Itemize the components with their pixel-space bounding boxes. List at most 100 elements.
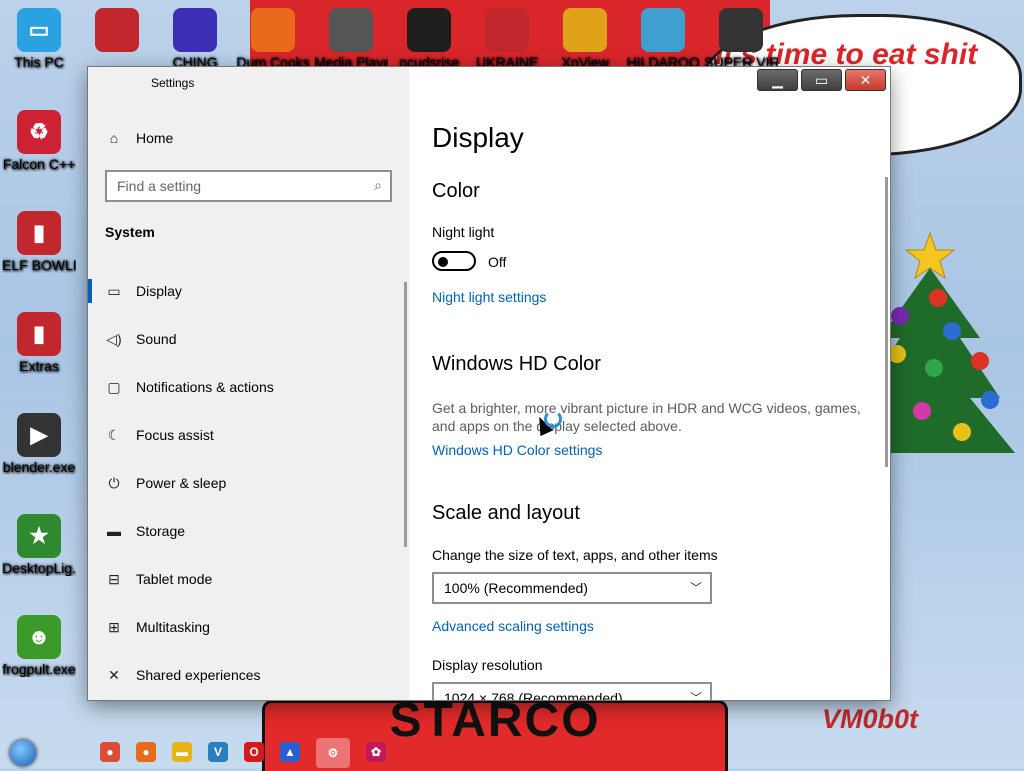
taskbar-settings-icon[interactable]: ⚙: [316, 738, 350, 768]
desktop-app-icon: [251, 8, 295, 52]
close-button[interactable]: ✕: [845, 69, 886, 91]
desktop-app-icon: [407, 8, 451, 52]
scale-heading: Scale and layout: [432, 502, 580, 524]
start-button[interactable]: [10, 740, 36, 766]
taskbar-opera-icon[interactable]: O: [244, 742, 264, 762]
taskbar-app-icon[interactable]: ✿: [366, 742, 386, 762]
sidebar-item-tablet-mode[interactable]: ⊟ Tablet mode: [88, 555, 409, 603]
resolution-value: 1024 × 768 (Recommended): [444, 690, 623, 700]
desktop-icon[interactable]: SUPER VIRUS: [704, 8, 778, 70]
chevron-down-icon: ﹀: [689, 581, 702, 595]
desktop-icon-label: Extras: [19, 358, 59, 374]
sidebar-item-storage[interactable]: ▬ Storage: [88, 507, 409, 555]
settings-content: ▁ ▭ ✕ Display Color Night light Off Nigh…: [409, 67, 890, 700]
settings-sidebar: Settings ⌂ Home Find a setting ⌕ System …: [88, 67, 409, 700]
busy-spinner-icon: [544, 410, 562, 428]
sidebar-item-multitasking[interactable]: ⊞ Multitasking: [88, 603, 409, 651]
hd-color-settings-link[interactable]: Windows HD Color settings: [432, 442, 602, 458]
sidebar-item-display[interactable]: ▭ Display: [88, 267, 409, 315]
sidebar-item-icon: ⏻: [108, 474, 120, 491]
search-input[interactable]: Find a setting ⌕: [105, 170, 392, 202]
title-bar[interactable]: Settings: [88, 67, 409, 99]
desktop-icon-label: This PC: [14, 54, 64, 70]
desktop-app-icon: ▮: [17, 211, 61, 255]
desktop-app-icon: ▭: [17, 8, 61, 52]
sidebar-item-label: Storage: [136, 523, 186, 539]
night-light-toggle[interactable]: [432, 251, 476, 271]
desktop-icon-label: frogpult.exe: [2, 661, 76, 677]
sidebar-item-icon: ⊟: [108, 570, 120, 587]
content-scrollbar[interactable]: [885, 177, 888, 467]
desktop-app-icon: [485, 8, 529, 52]
desktop-icon[interactable]: Dum Cooks: [236, 8, 310, 70]
desktop-app-icon: ▶: [17, 413, 61, 457]
desktop-icon[interactable]: ★ DesktopLig...: [2, 514, 76, 576]
resolution-dropdown[interactable]: 1024 × 768 (Recommended) ﹀: [432, 682, 712, 700]
taskbar-firefox-icon[interactable]: ●: [136, 742, 156, 762]
desktop-icon[interactable]: ▮ ELF BOWLING: [2, 211, 76, 273]
sidebar-item-icon: ☾: [107, 426, 121, 443]
sidebar-item-focus-assist[interactable]: ☾ Focus assist: [88, 411, 409, 459]
desktop-icon[interactable]: CHING: [158, 8, 232, 70]
desktop-icon[interactable]: pcudsrise: [392, 8, 466, 70]
desktop-icon[interactable]: ▶ blender.exe: [2, 413, 76, 475]
desktop-icon[interactable]: HILDAROO: [626, 8, 700, 70]
taskbar-drop-icon[interactable]: ▲: [280, 742, 300, 762]
home-link[interactable]: ⌂ Home: [106, 130, 174, 146]
taskbar-file-explorer-icon[interactable]: ▬: [172, 742, 192, 762]
advanced-scaling-link[interactable]: Advanced scaling settings: [432, 618, 594, 634]
hd-color-heading: Windows HD Color: [432, 353, 601, 375]
hd-color-description: Get a brighter, more vibrant picture in …: [432, 400, 861, 434]
sidebar-scrollbar[interactable]: [404, 282, 407, 547]
desktop-app-icon: [95, 8, 139, 52]
desktop-icon[interactable]: UKRAINE: [470, 8, 544, 70]
desktop-icon[interactable]: ▮ Extras: [2, 312, 76, 374]
taskbar-chrome-icon[interactable]: ●: [100, 742, 120, 762]
minimize-button[interactable]: ▁: [757, 69, 798, 91]
chevron-down-icon: ﹀: [689, 691, 702, 700]
sidebar-nav: ▭ Display ◁) Sound ▢ Notifications & actions ☾…: [88, 267, 409, 699]
night-light-settings-link[interactable]: Night light settings: [432, 289, 546, 305]
desktop-icon[interactable]: [80, 8, 154, 54]
taskbar-apps: ● ● ▬ V O ▲ ⚙ ✿: [100, 738, 386, 768]
desktop-icon[interactable]: Media Player: [314, 8, 388, 70]
sidebar-item-icon: ▭: [107, 282, 121, 299]
taskbar-vs-icon[interactable]: V: [208, 742, 228, 762]
night-light-label: Night light: [432, 224, 495, 240]
scale-dropdown[interactable]: 100% (Recommended) ﹀: [432, 572, 712, 604]
desktop-app-icon: ☻: [17, 615, 61, 659]
sidebar-item-icon: ⊞: [108, 618, 120, 635]
desktop-app-icon: [329, 8, 373, 52]
sidebar-item-label: Notifications & actions: [136, 379, 274, 395]
desktop-icon[interactable]: ♻ Falcon C++: [2, 110, 76, 172]
desktop-icon[interactable]: XnView: [548, 8, 622, 70]
desktop-icon[interactable]: ☻ frogpult.exe: [2, 615, 76, 677]
sidebar-item-label: Sound: [136, 331, 177, 347]
desktop-app-icon: ▮: [17, 312, 61, 356]
sidebar-item-label: Power & sleep: [136, 475, 227, 491]
night-light-state: Off: [488, 254, 507, 270]
desktop-app-icon: [719, 8, 763, 52]
desktop-icon[interactable]: ▭ This PC: [2, 8, 76, 70]
sidebar-item-label: Display: [136, 283, 182, 299]
sidebar-item-label: Focus assist: [136, 427, 214, 443]
sidebar-item-sound[interactable]: ◁) Sound: [88, 315, 409, 363]
desktop-app-icon: [563, 8, 607, 52]
search-icon: ⌕: [374, 177, 382, 193]
desktop-app-icon: ♻: [17, 110, 61, 154]
maximize-button[interactable]: ▭: [801, 69, 842, 91]
taskbar: ● ● ▬ V O ▲ ⚙ ✿: [0, 738, 1024, 768]
sidebar-item-icon: ◁): [106, 330, 122, 347]
desktop-icon-label: ELF BOWLING: [2, 257, 76, 273]
sidebar-item-label: Multitasking: [136, 619, 210, 635]
desktop-app-icon: [173, 8, 217, 52]
window-controls: ▁ ▭ ✕: [757, 69, 886, 91]
home-icon: ⌂: [109, 130, 119, 146]
sidebar-item-power-sleep[interactable]: ⏻ Power & sleep: [88, 459, 409, 507]
desktop-icon-label: blender.exe: [2, 459, 76, 475]
sidebar-item-notifications-actions[interactable]: ▢ Notifications & actions: [88, 363, 409, 411]
sidebar-item-shared-experiences[interactable]: ✕ Shared experiences: [88, 651, 409, 699]
signature-text: VM0b0t: [822, 704, 919, 734]
scale-label: Change the size of text, apps, and other…: [432, 547, 718, 563]
desktop-icon-label: DesktopLig...: [2, 560, 76, 576]
